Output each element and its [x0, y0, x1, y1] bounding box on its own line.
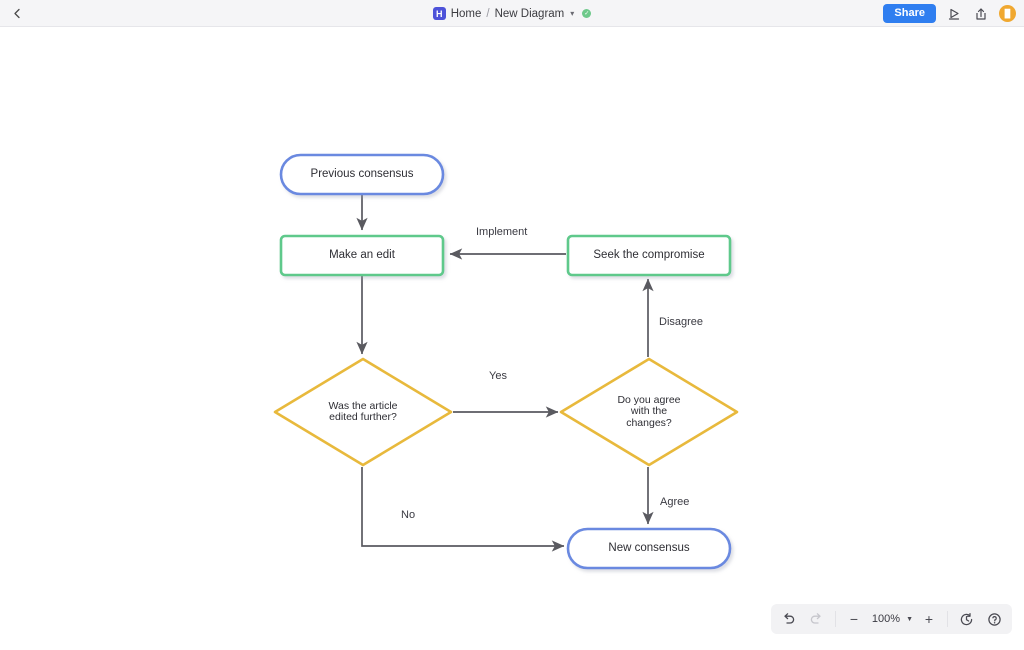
- breadcrumb-separator: /: [486, 7, 490, 20]
- share-export-icon: [976, 7, 986, 20]
- document-title[interactable]: New Diagram: [495, 8, 565, 20]
- breadcrumb: H Home / New Diagram ▾ ✓: [0, 0, 1024, 27]
- chevron-down-icon[interactable]: ▾: [570, 9, 574, 18]
- edge-label-implement: Implement: [476, 226, 528, 238]
- help-button[interactable]: [980, 607, 1008, 631]
- zoom-out-button[interactable]: −: [840, 607, 868, 631]
- home-badge-icon: H: [432, 7, 446, 20]
- help-question-icon: [987, 612, 1001, 626]
- node-make-an-edit[interactable]: [279, 234, 445, 277]
- diagram-app-window: H Home / New Diagram ▾ ✓ Share █ Previou…: [0, 0, 1024, 650]
- edge-label-agree: Agree: [660, 496, 690, 508]
- node-previous-consensus[interactable]: [279, 153, 445, 196]
- edge-label-no: No: [401, 509, 416, 521]
- top-bar: H Home / New Diagram ▾ ✓ Share █: [0, 0, 1024, 27]
- zoom-controls: − 100% ▼ +: [840, 607, 943, 631]
- top-bar-actions: Share █: [883, 0, 1016, 27]
- diagram-canvas[interactable]: Previous consensus Make an edit Seek the…: [0, 27, 1024, 595]
- bottom-toolbar: − 100% ▼ +: [770, 604, 1012, 634]
- version-history-button[interactable]: [952, 607, 980, 631]
- undo-arrow-icon: [784, 613, 795, 624]
- edge-question-no-to-new-consensus[interactable]: [361, 467, 565, 552]
- present-button[interactable]: [945, 5, 963, 23]
- node-was-the-article-edited-further[interactable]: [273, 357, 453, 467]
- version-history-clock-icon: [960, 612, 972, 625]
- undo-button[interactable]: [775, 607, 803, 631]
- node-new-consensus[interactable]: [566, 527, 732, 570]
- node-seek-the-compromise[interactable]: [566, 234, 732, 277]
- export-button[interactable]: [972, 5, 990, 23]
- chevron-down-icon: ▼: [906, 615, 913, 623]
- node-do-you-agree-with-the-changes[interactable]: [559, 357, 739, 467]
- zoom-level-value: 100%: [871, 613, 901, 625]
- redo-arrow-icon: [811, 613, 822, 624]
- share-button[interactable]: Share: [883, 4, 936, 23]
- redo-button[interactable]: [803, 607, 831, 631]
- avatar[interactable]: █: [999, 5, 1016, 22]
- edge-label-disagree: Disagree: [659, 316, 704, 328]
- history-controls: [775, 607, 831, 631]
- diagram-graph: [273, 153, 739, 570]
- zoom-in-button[interactable]: +: [915, 607, 943, 631]
- check-circle-icon: ✓: [582, 9, 592, 18]
- play-present-icon: [948, 8, 960, 20]
- edge-label-yes: Yes: [489, 370, 507, 382]
- toolbar-divider: [834, 611, 836, 627]
- breadcrumb-home-link[interactable]: Home: [451, 8, 482, 20]
- toolbar-divider: [947, 611, 948, 627]
- zoom-level-select[interactable]: 100% ▼: [868, 607, 915, 631]
